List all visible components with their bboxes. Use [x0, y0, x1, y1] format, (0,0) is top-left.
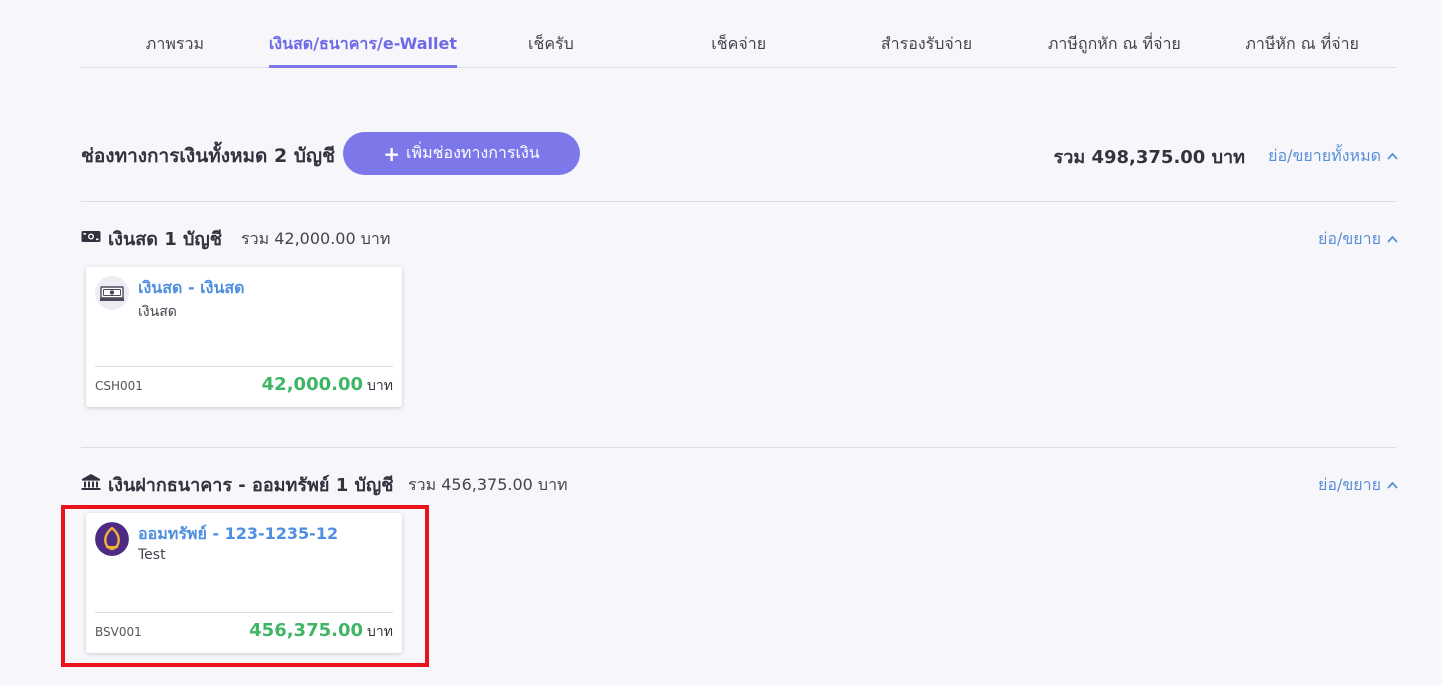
bank-icon — [81, 473, 101, 491]
accounts-header: ช่องทางการเงินทั้งหมด 2 บัญชี + เพิ่มช่อ… — [81, 132, 1398, 176]
balance-currency: บาท — [367, 378, 393, 394]
account-card-bank-savings[interactable]: ออมทรัพย์ - 123-1235-12 Test BSV001 456,… — [86, 513, 402, 653]
section-bank-header: เงินฝากธนาคาร - ออมทรัพย์ 1 บัญชี รวม 45… — [81, 470, 1398, 498]
cash-icon — [81, 227, 101, 245]
account-code: CSH001 — [95, 379, 143, 393]
account-balance: 42,000.00 บาท — [262, 374, 393, 397]
balance-amount: 456,375.00 — [249, 620, 364, 641]
section-bank-total: รวม 456,375.00 บาท — [408, 475, 568, 494]
tab-tax-withheld[interactable]: ภาษีถูกหัก ณ ที่จ่าย — [1020, 22, 1208, 67]
add-payment-channel-label: เพิ่มช่องทางการเงิน — [406, 143, 540, 162]
tab-overview[interactable]: ภาพรวม — [81, 22, 269, 67]
divider — [81, 447, 1396, 448]
collapse-all-label: ย่อ/ขยายทั้งหมด — [1268, 146, 1381, 165]
cash-logo-icon — [95, 276, 129, 310]
collapse-label: ย่อ/ขยาย — [1317, 229, 1381, 248]
grand-total: รวม 498,375.00 บาท — [1053, 147, 1245, 168]
balance-currency: บาท — [367, 624, 393, 640]
account-code: BSV001 — [95, 625, 142, 639]
card-divider — [95, 612, 393, 613]
account-name[interactable]: ออมทรัพย์ - 123-1235-12 — [138, 522, 338, 547]
chevron-up-icon — [1387, 235, 1398, 244]
card-divider — [95, 366, 393, 367]
section-bank-title: เงินฝากธนาคาร - ออมทรัพย์ 1 บัญชี — [108, 475, 394, 496]
tab-petty-cash[interactable]: สำรองรับจ่าย — [833, 22, 1021, 67]
bank-logo-icon — [95, 522, 129, 556]
divider — [81, 201, 1396, 202]
tab-withholding-tax[interactable]: ภาษีหัก ณ ที่จ่าย — [1208, 22, 1396, 67]
section-cash-total: รวม 42,000.00 บาท — [241, 229, 391, 248]
section-bank-collapse-link[interactable]: ย่อ/ขยาย — [1317, 473, 1398, 498]
section-cash-header: เงินสด 1 บัญชี รวม 42,000.00 บาท ย่อ/ขยา… — [81, 224, 1398, 252]
tab-cheque-paid[interactable]: เช็คจ่าย — [645, 22, 833, 67]
collapse-all-link[interactable]: ย่อ/ขยายทั้งหมด — [1268, 144, 1398, 169]
account-balance: 456,375.00 บาท — [249, 620, 393, 643]
account-description: เงินสด — [138, 304, 177, 320]
tab-cash-bank-ewallet[interactable]: เงินสด/ธนาคาร/e-Wallet — [268, 22, 458, 68]
add-payment-channel-button[interactable]: + เพิ่มช่องทางการเงิน — [343, 132, 580, 175]
page: ภาพรวม เงินสด/ธนาคาร/e-Wallet เช็ครับ เช… — [0, 0, 1442, 685]
page-title: ช่องทางการเงินทั้งหมด 2 บัญชี — [81, 145, 335, 167]
tab-cheque-received[interactable]: เช็ครับ — [457, 22, 645, 67]
section-cash-collapse-link[interactable]: ย่อ/ขยาย — [1317, 227, 1398, 252]
account-name[interactable]: เงินสด - เงินสด — [138, 276, 245, 301]
tab-bar: ภาพรวม เงินสด/ธนาคาร/e-Wallet เช็ครับ เช… — [81, 22, 1396, 68]
chevron-up-icon — [1387, 152, 1398, 161]
section-cash-title: เงินสด 1 บัญชี — [108, 229, 222, 250]
balance-amount: 42,000.00 — [261, 374, 364, 395]
chevron-up-icon — [1387, 481, 1398, 490]
account-card-cash[interactable]: เงินสด - เงินสด เงินสด CSH001 42,000.00 บ… — [86, 267, 402, 407]
plus-icon: + — [383, 141, 401, 166]
account-description: Test — [138, 547, 166, 563]
collapse-label: ย่อ/ขยาย — [1317, 475, 1381, 494]
